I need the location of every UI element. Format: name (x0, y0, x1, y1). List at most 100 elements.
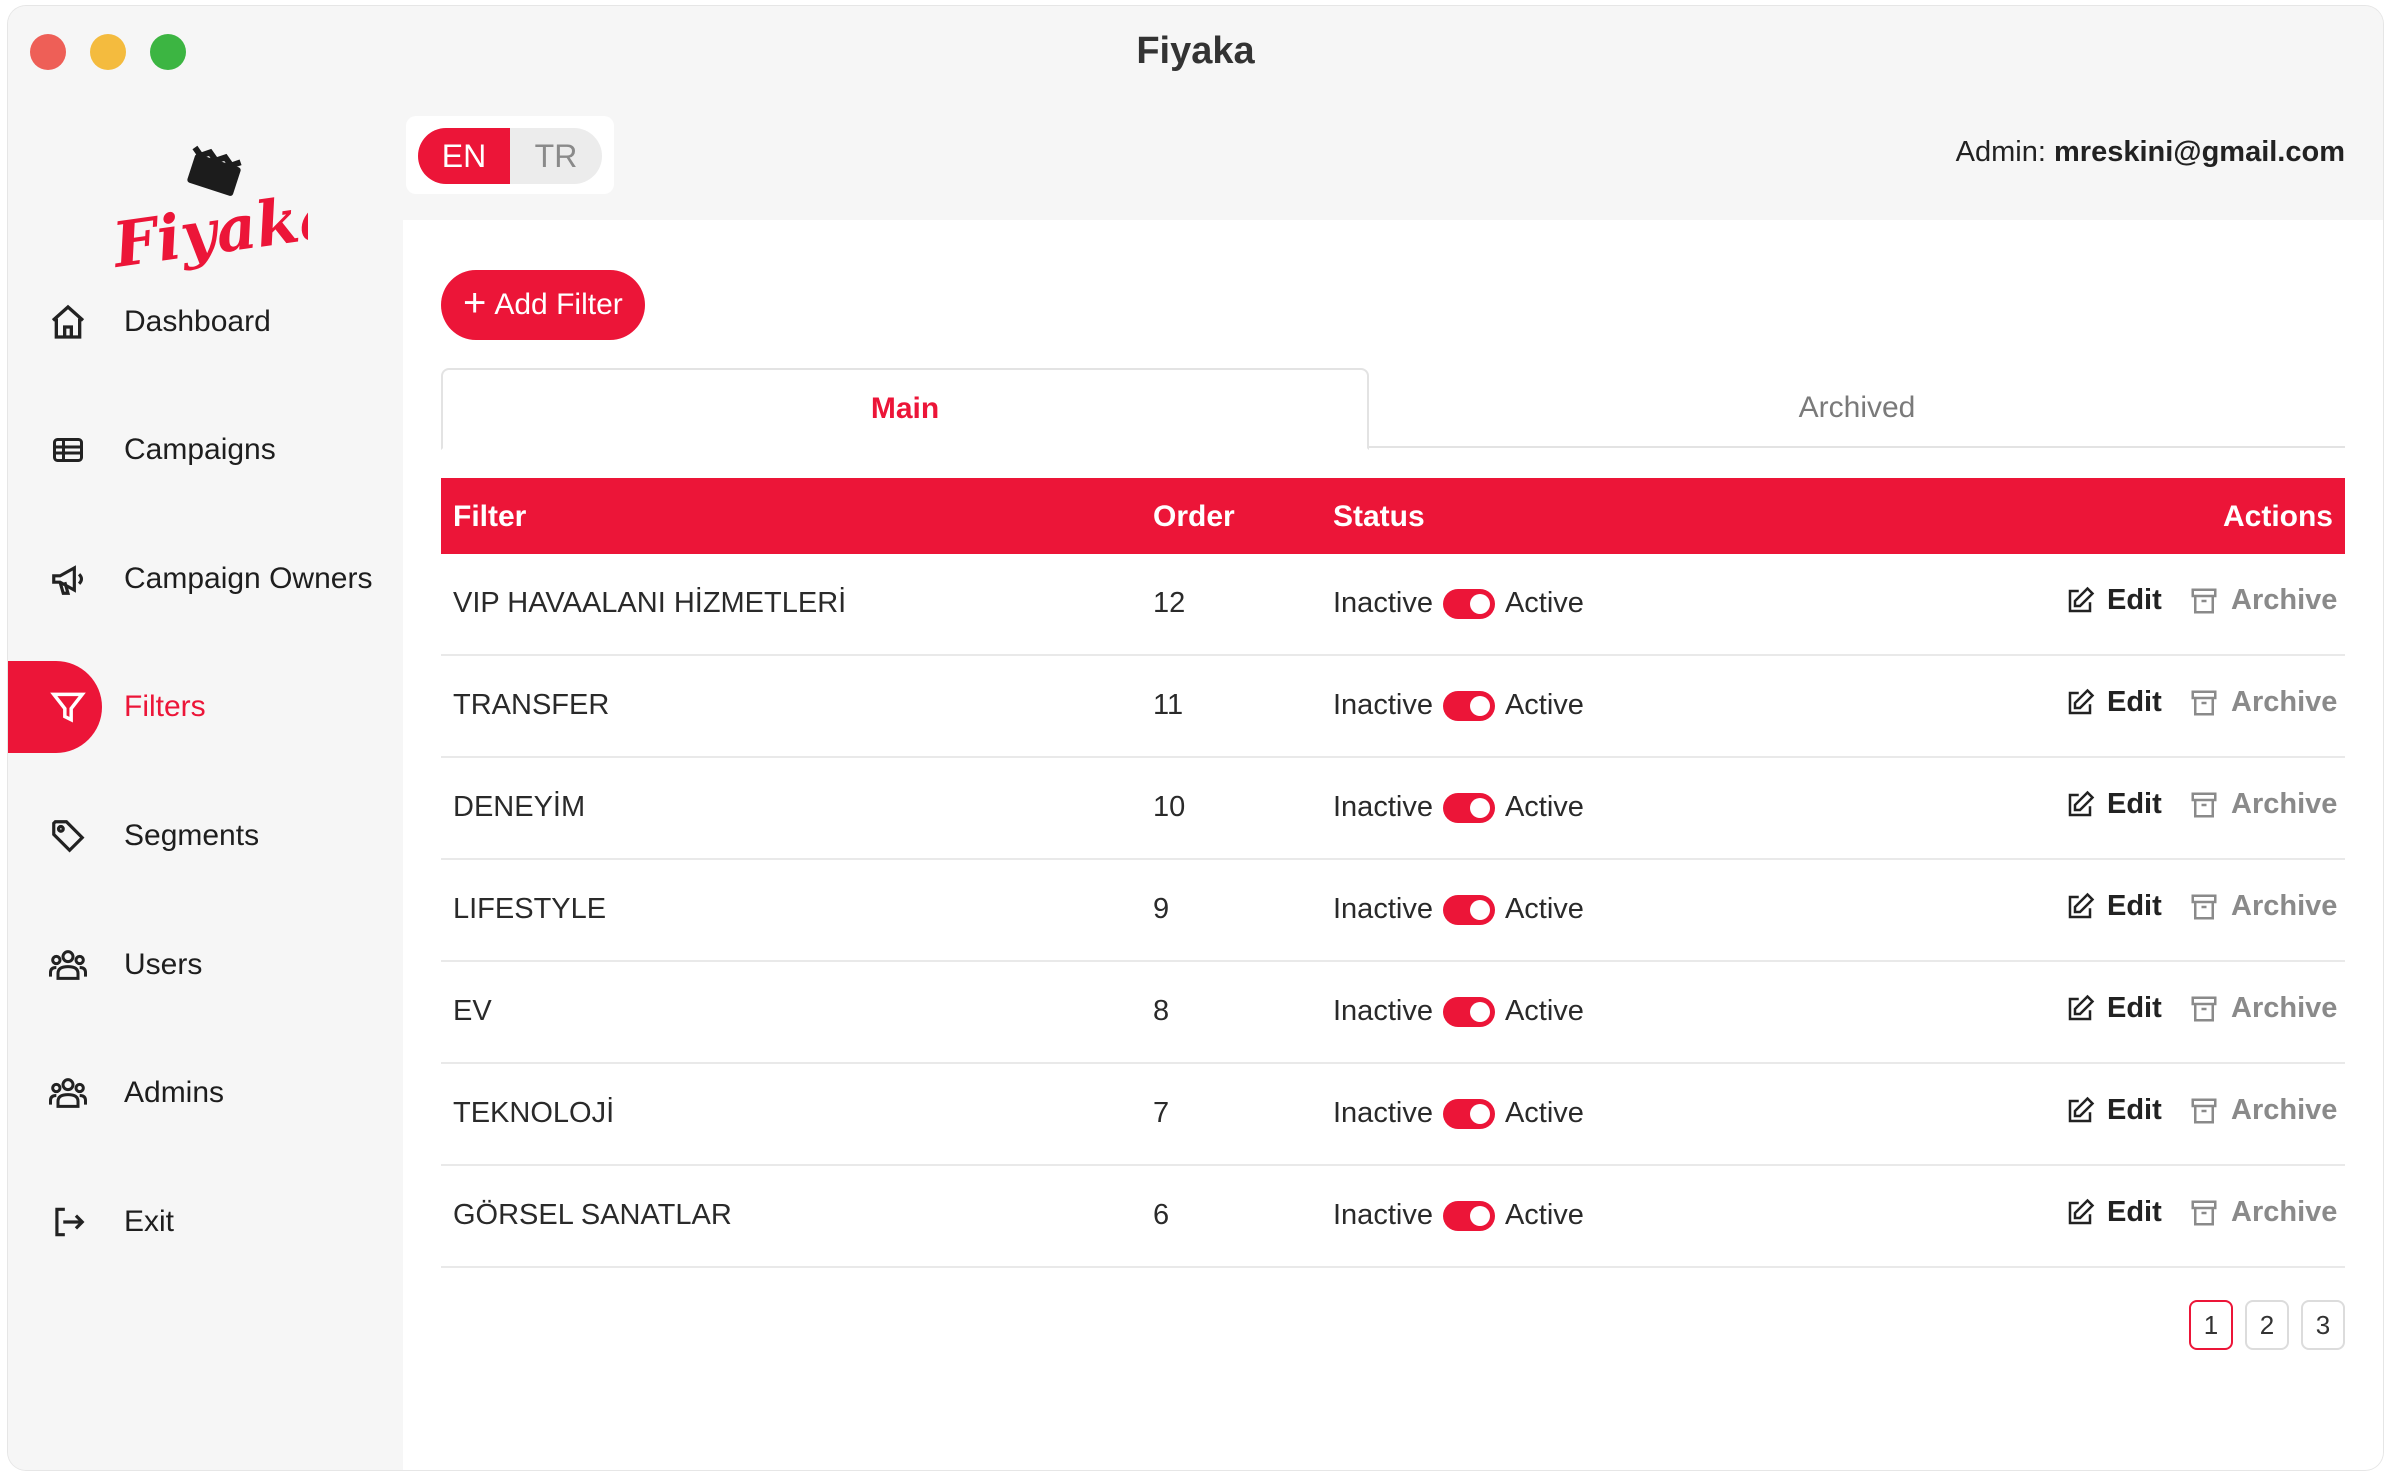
page-2-button[interactable]: 2 (2245, 1300, 2289, 1350)
active-label: Active (1504, 689, 1584, 721)
edit-label: Edit (2107, 1196, 2162, 1228)
sidebar-item-label: Admins (124, 1076, 225, 1109)
filter-name: DENEYİM (453, 791, 586, 823)
lang-en-button[interactable]: EN (418, 128, 510, 184)
megaphone-icon (46, 557, 90, 601)
edit-icon (2068, 1198, 2095, 1224)
archive-icon (2191, 1200, 2217, 1225)
header-order: Order (1153, 500, 1235, 533)
language-switcher: EN TR (406, 116, 614, 194)
archive-icon (2191, 894, 2217, 919)
table-row: TEKNOLOJİ 7 Inactive Active Edit Archive (441, 1064, 2345, 1166)
edit-label: Edit (2107, 890, 2162, 922)
active-label: Active (1504, 587, 1584, 619)
logout-icon (46, 1200, 90, 1244)
status-toggle[interactable] (1442, 792, 1495, 823)
tab-main[interactable]: Main (441, 368, 1369, 450)
fiyaka-logo: Fiyaka (108, 145, 308, 282)
archive-icon (2191, 1098, 2217, 1123)
sidebar-item-label: Campaign Owners (124, 562, 373, 595)
filter-order: 7 (1153, 1097, 1170, 1129)
status-toggle[interactable] (1442, 996, 1495, 1027)
edit-button[interactable]: Edit (2065, 686, 2162, 719)
edit-label: Edit (2107, 1094, 2162, 1126)
archive-icon (2191, 690, 2217, 715)
status-toggle[interactable] (1442, 588, 1495, 619)
filter-name: LIFESTYLE (453, 893, 607, 925)
edit-button[interactable]: Edit (2065, 1196, 2162, 1229)
edit-button[interactable]: Edit (2065, 992, 2162, 1025)
page-1-button[interactable]: 1 (2189, 1300, 2233, 1350)
users-icon (46, 943, 90, 987)
status-cell: Inactive Active (1333, 689, 1584, 722)
edit-icon (2068, 892, 2095, 918)
sidebar-item-label: Exit (124, 1205, 175, 1238)
sidebar: Fiyaka Dashboard Campaigns Campaign Owne… (8, 90, 403, 1470)
header-status: Status (1333, 500, 1425, 533)
edit-button[interactable]: Edit (2065, 1094, 2162, 1127)
sidebar-item-label: Segments (124, 819, 260, 852)
archive-button[interactable]: Archive (2189, 992, 2337, 1025)
inactive-label: Inactive (1333, 791, 1433, 823)
filter-order: 10 (1153, 791, 1186, 823)
archive-button[interactable]: Archive (2189, 890, 2337, 923)
filter-name: VIP HAVAALANI HİZMETLERİ (453, 587, 847, 619)
archive-icon (2191, 996, 2217, 1021)
tab-archived[interactable]: Archived (1369, 368, 2345, 448)
tabs: Main Archived (441, 368, 2345, 450)
lang-tr-button[interactable]: TR (510, 128, 602, 184)
sidebar-item-admins[interactable]: Admins (8, 1047, 403, 1139)
active-label: Active (1504, 791, 1584, 823)
sidebar-item-campaigns[interactable]: Campaigns (8, 404, 403, 496)
archive-button[interactable]: Archive (2189, 1196, 2337, 1229)
status-toggle[interactable] (1442, 690, 1495, 721)
archive-button[interactable]: Archive (2189, 1094, 2337, 1127)
edit-label: Edit (2107, 686, 2162, 718)
archive-button[interactable]: Archive (2189, 788, 2337, 821)
title-bar: Fiyaka (8, 6, 2383, 90)
sidebar-item-users[interactable]: Users (8, 919, 403, 1011)
archive-icon (2191, 792, 2217, 817)
edit-icon (2068, 688, 2095, 714)
status-cell: Inactive Active (1333, 995, 1584, 1028)
sidebar-item-dashboard[interactable]: Dashboard (8, 276, 403, 368)
filter-name: TRANSFER (453, 689, 610, 721)
tag-icon (46, 814, 90, 858)
filter-order: 9 (1153, 893, 1170, 925)
edit-button[interactable]: Edit (2065, 584, 2162, 617)
active-label: Active (1504, 893, 1584, 925)
table-row: VIP HAVAALANI HİZMETLERİ 12 Inactive Act… (441, 554, 2345, 656)
edit-button[interactable]: Edit (2065, 788, 2162, 821)
sidebar-item-label: Users (124, 948, 203, 981)
table-row: DENEYİM 10 Inactive Active Edit Archive (441, 758, 2345, 860)
archive-button[interactable]: Archive (2189, 686, 2337, 719)
active-label: Active (1504, 1097, 1584, 1129)
svg-text:Fiyaka: Fiyaka (108, 178, 308, 282)
sidebar-item-segments[interactable]: Segments (8, 790, 403, 882)
sidebar-item-label: Dashboard (124, 305, 271, 338)
inactive-label: Inactive (1333, 995, 1433, 1027)
status-cell: Inactive Active (1333, 1199, 1584, 1232)
add-filter-button[interactable]: + Add Filter (441, 270, 645, 340)
archive-button[interactable]: Archive (2189, 584, 2337, 617)
archive-label: Archive (2231, 584, 2338, 616)
table-header: Filter Order Status Actions (441, 478, 2345, 554)
admin-label: Admin: (1955, 136, 2046, 168)
archive-label: Archive (2231, 1094, 2338, 1126)
status-toggle[interactable] (1442, 1200, 1495, 1231)
filters-table: Filter Order Status Actions VIP HAVAALAN… (441, 478, 2345, 1268)
sidebar-item-campaign-owners[interactable]: Campaign Owners (8, 533, 403, 625)
home-icon (46, 300, 90, 344)
status-toggle[interactable] (1442, 1098, 1495, 1129)
sidebar-item-exit[interactable]: Exit (8, 1176, 403, 1268)
users-icon (46, 1071, 90, 1115)
page-3-button[interactable]: 3 (2301, 1300, 2345, 1350)
active-label: Active (1504, 1199, 1584, 1231)
funnel-icon (46, 685, 90, 729)
edit-button[interactable]: Edit (2065, 890, 2162, 923)
sidebar-item-filters[interactable]: Filters (8, 661, 403, 753)
edit-label: Edit (2107, 788, 2162, 820)
status-toggle[interactable] (1442, 894, 1495, 925)
archive-label: Archive (2231, 992, 2338, 1024)
filter-order: 12 (1153, 587, 1186, 619)
